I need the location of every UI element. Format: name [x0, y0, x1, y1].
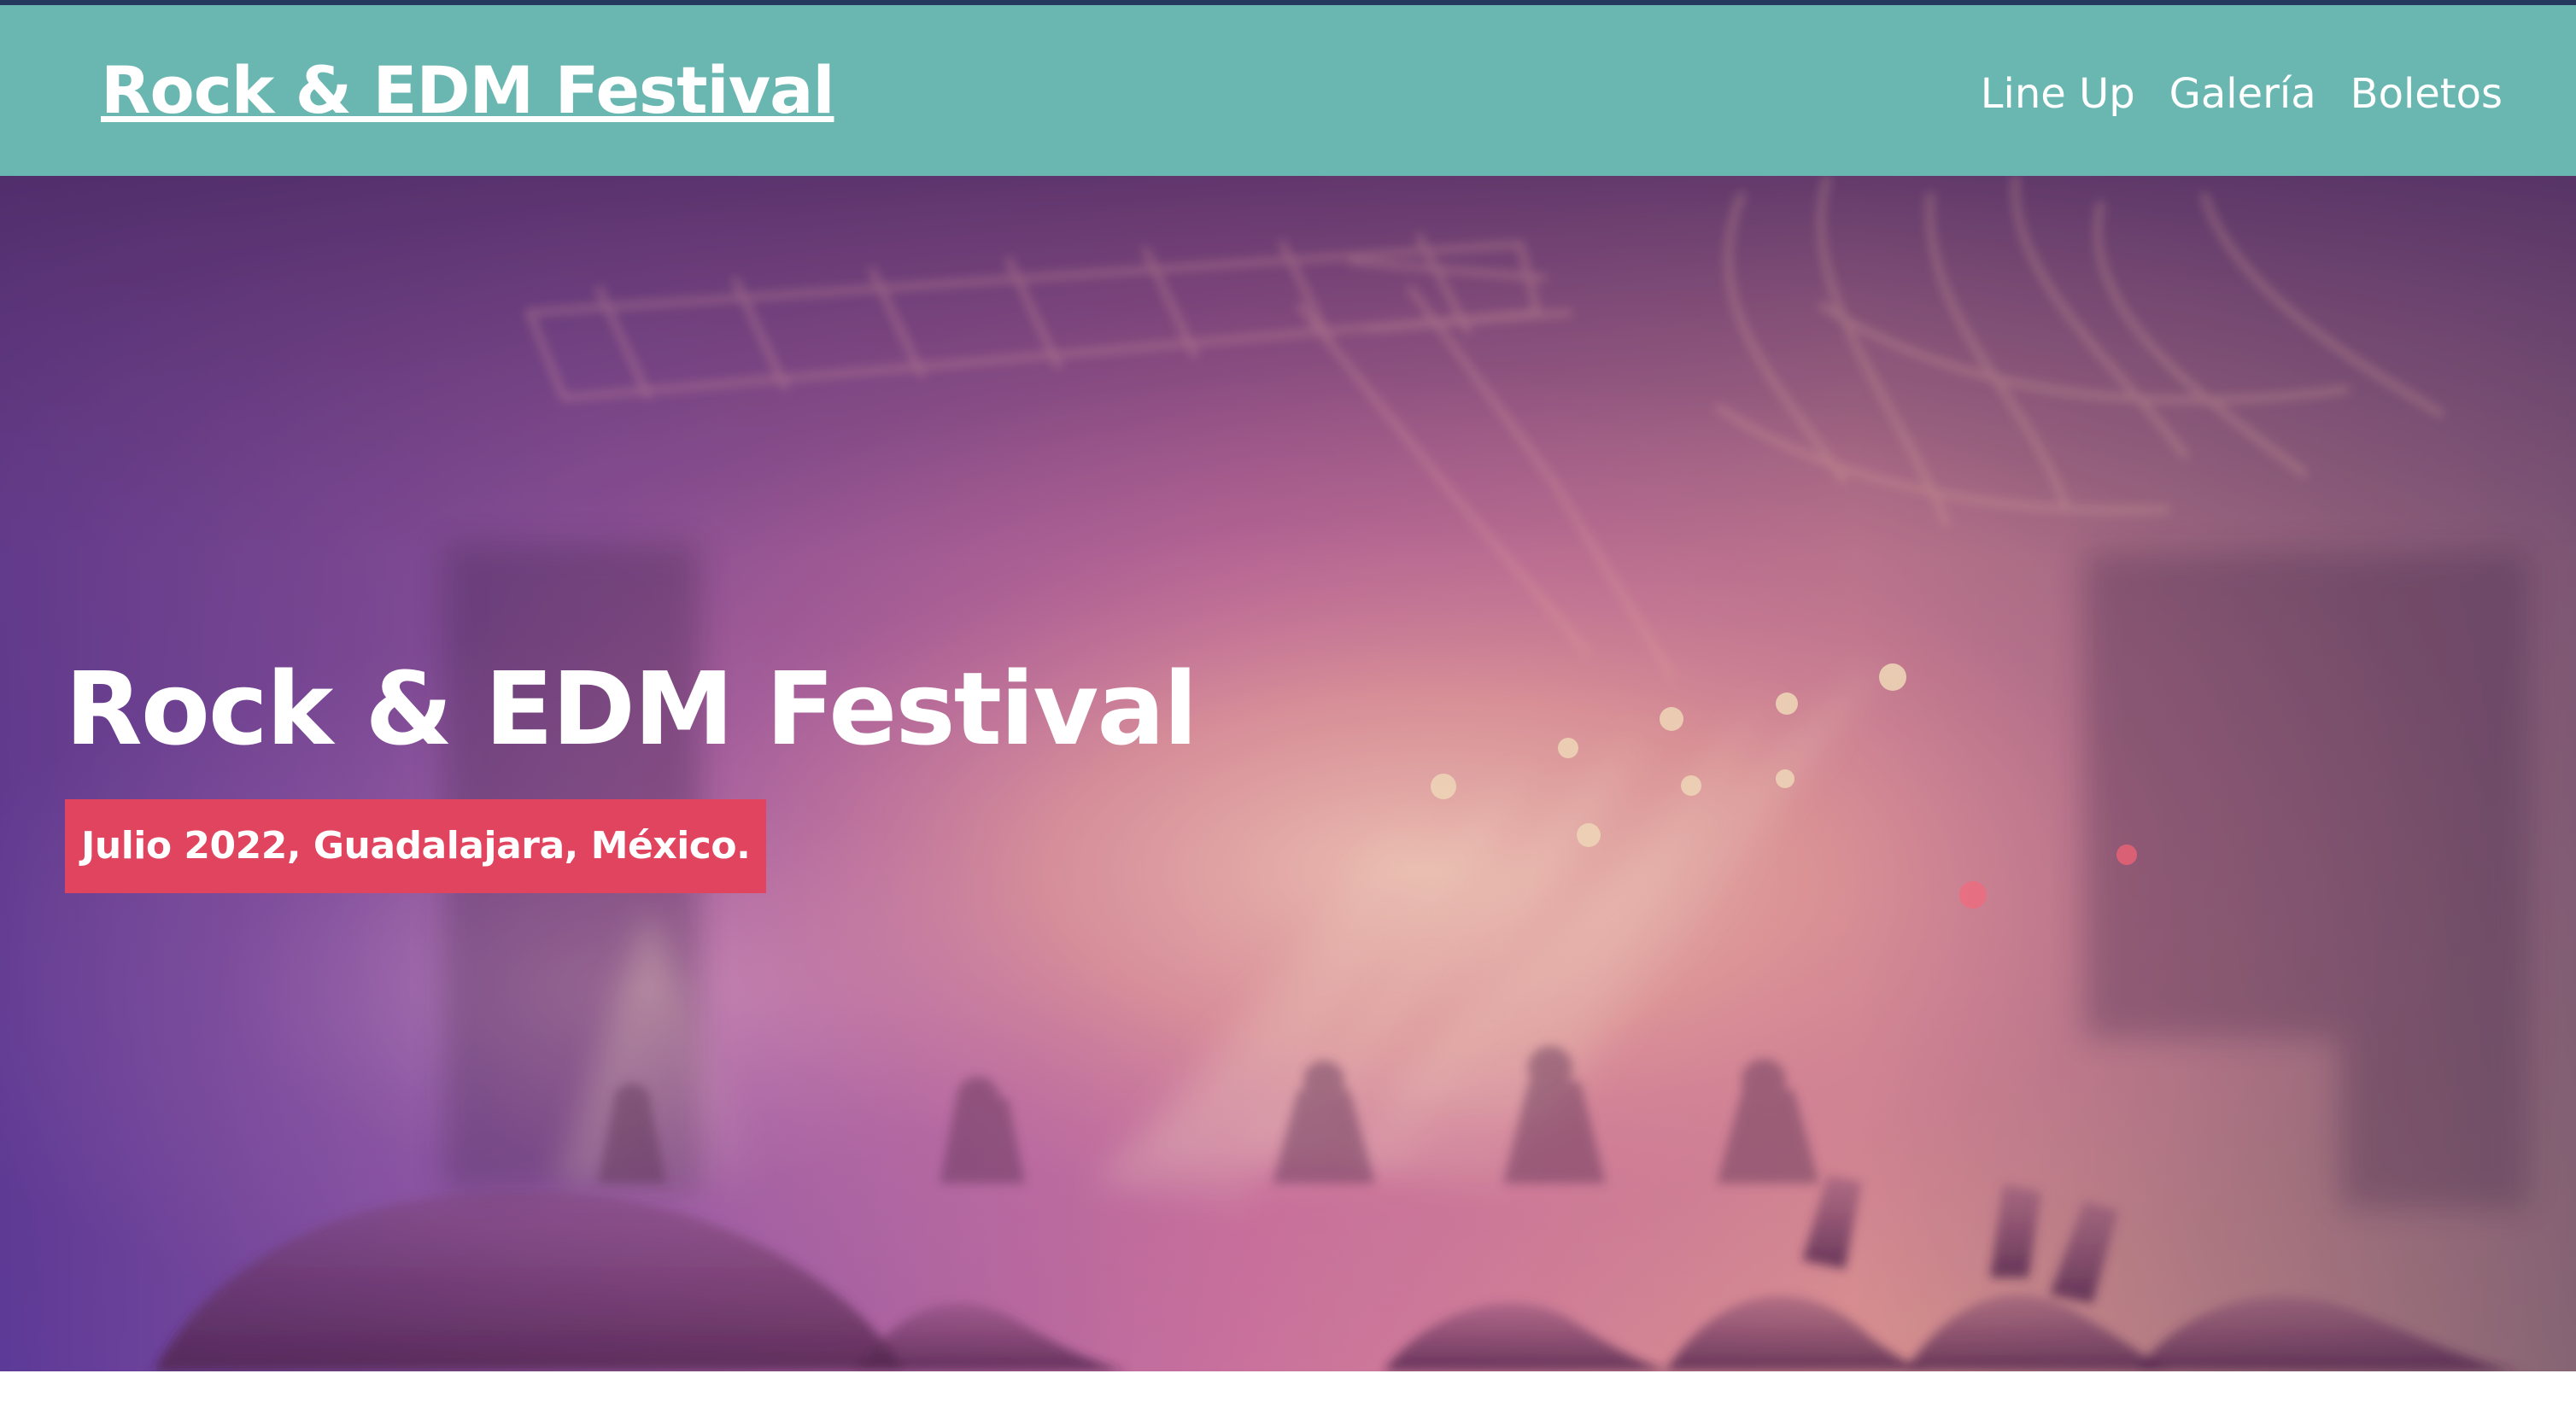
main-navigation: Line Up Galería Boletos [1981, 60, 2503, 128]
nav-boletos-link[interactable]: Boletos [2351, 60, 2503, 128]
nav-galeria-link[interactable]: Galería [2169, 60, 2316, 128]
hero-title: Rock & EDM Festival [65, 650, 1197, 768]
brand-logo-link[interactable]: Rock & EDM Festival [101, 46, 834, 135]
date-location-badge: Julio 2022, Guadalajara, México. [65, 799, 767, 893]
hero-content: Rock & EDM Festival Julio 2022, Guadalaj… [65, 650, 1197, 893]
nav-line-up-link[interactable]: Line Up [1981, 60, 2135, 128]
site-header: Rock & EDM Festival Line Up Galería Bole… [0, 5, 2576, 176]
page-bottom-space [0, 1371, 2576, 1426]
hero-section: Rock & EDM Festival Julio 2022, Guadalaj… [0, 176, 2576, 1371]
